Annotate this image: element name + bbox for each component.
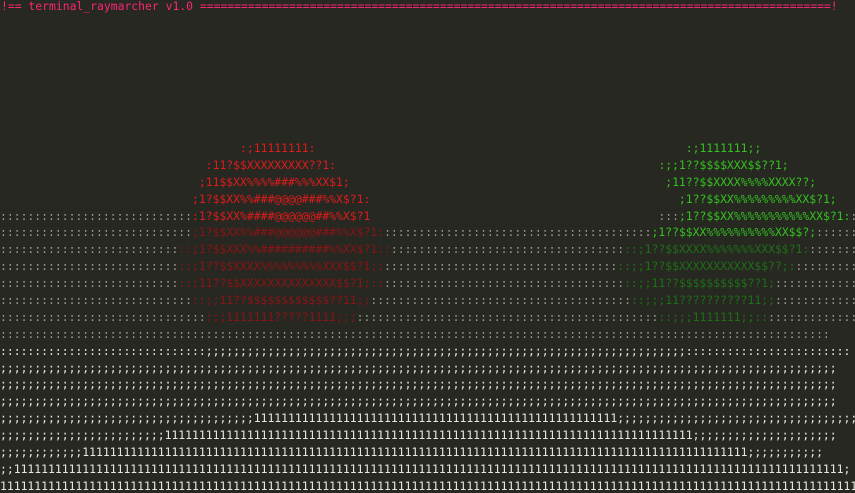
frame-segment: ;1??$$XX%%%%%%%%%%XX$$?; bbox=[651, 225, 817, 240]
frame-segment: :::::::::::::::::::::::::::: bbox=[0, 208, 193, 223]
frame-row: ::::::::::::::::::::::::::::;11??$$XXXXX… bbox=[0, 275, 855, 292]
frame-segment: ::::::::::::::::::::::::::::::::::::::::… bbox=[356, 309, 659, 324]
frame-segment: ;;;;;;;;;;;;;;;;;;;;;;;;;;;;;;;;;;;;;111… bbox=[0, 411, 855, 426]
frame-segment: :;;1111111?????1111;;; bbox=[205, 309, 357, 324]
frame-segment: :;1111111;; bbox=[315, 141, 762, 155]
frame-segment: ::;;11??$$$$$$$$$$??1; bbox=[624, 276, 775, 291]
frame-segment: ;;;;;;;;;;;;;;;;;;;;;;;;;;;;;;;;;;;;;;;;… bbox=[0, 377, 837, 392]
frame-segment: :1?$$XX%####@@@@@@##%%X$?1 bbox=[192, 208, 371, 223]
frame-row: 1111111111111111111111111111111111111111… bbox=[0, 478, 855, 493]
frame-segment: :11?$$XXXXXXXXX??1: bbox=[0, 157, 337, 172]
frame-row: ;;;;;;;;;;;;;;;;;;;;;;;;1111111111111111… bbox=[0, 427, 855, 444]
frame-segment: ;11$$XX%%%%###%%%XX$1; bbox=[0, 174, 350, 189]
frame-segment: :::::::::::::::::::::::::: bbox=[0, 276, 179, 291]
frame-row: ;;;;;;;;;;;;;;;;;;;;;;;;;;;;;;;;;;;;;;;;… bbox=[0, 393, 855, 410]
frame-segment: :::::::::::::::::::::::::::::::::: bbox=[768, 309, 855, 324]
frame-segment: ::::::::::::::::::::::::::::::::::: bbox=[384, 276, 625, 291]
frame-segment: ::;;11??$$$$$$$$$$$$??11;; bbox=[192, 293, 371, 308]
frame-segment: :::::::::::::::::::::::: bbox=[816, 225, 855, 240]
frame-segment: ::;;;11??????????11;; bbox=[630, 293, 775, 308]
frame-segment: ::::::::::::::::::::::::::::::;;;;;;;;;;… bbox=[0, 343, 851, 358]
frame-segment: ;;;;;;;;;;;;;;;;;;;;;;;;;;;;;;;;;;;;;;;;… bbox=[0, 360, 837, 375]
frame-row: ;;;;;;;;;;;;;;;;;;;;;;;;;;;;;;;;;;;;;;;;… bbox=[0, 376, 855, 393]
frame-segment: :::::::::::::::::::::::::::::: bbox=[0, 309, 206, 324]
frame-segment: ;11??$$XXXX%%%%XXXX??; bbox=[349, 174, 817, 189]
frame-segment: ;1??$$XX%%%%%%%%%%%XX$?1: bbox=[678, 208, 851, 223]
frame-segment: :::::::::::::::::::::::::::: bbox=[774, 276, 855, 291]
terminal-title: !== terminal_raymarcher v1.0 ===========… bbox=[1, 0, 838, 13]
frame-segment: ;;;;;;;;;;;;1111111111111111111111111111… bbox=[0, 445, 823, 460]
frame-row: ::::::::::::::::::::::::::::;1?$$XX%%###… bbox=[0, 224, 855, 241]
frame-segment: ::;11??$$XXXXXXXXXXXXXX$$?1;:: bbox=[178, 276, 385, 291]
frame-row: :::::::::::::::::::::::::::::1?$$XX%####… bbox=[0, 208, 855, 225]
frame-row: ;;;;;;;;;;;;;;;;;;;;;;;;;;;;;;;;;;;;;;;;… bbox=[0, 360, 855, 377]
frame-segment: :::::::::::::::::::::::: bbox=[809, 242, 855, 257]
frame-segment: ::::::::::::::::::::::::::::::::::::::::… bbox=[0, 326, 830, 341]
frame-segment: :;11111111: bbox=[0, 141, 316, 155]
frame-segment: :::::::::::::::::::::::::: bbox=[0, 242, 179, 257]
frame-segment: :::::::::::::::::::::::::::::: bbox=[774, 293, 855, 308]
frame-segment: ::;1?$$XXX%%##########%%XX$?1:: bbox=[178, 242, 391, 257]
frame-row: ;;;;;;;;;;;;1111111111111111111111111111… bbox=[0, 444, 855, 461]
frame-row: ::::::::::::::::::::::::::::::;;11??$$$$… bbox=[0, 292, 855, 309]
frame-segment: ;;;;;;;;;;;;;;;;;;;;;;;;;;;;;;;;;;;;;;;;… bbox=[0, 394, 837, 409]
terminal-window: !== terminal_raymarcher v1.0 ===========… bbox=[0, 0, 855, 493]
frame-segment: :::::::::::::::::::::::::::::::::: bbox=[384, 259, 618, 274]
ascii-render-canvas: :;11111111: :;1111111;; :11?$$XXXXXXXXX?… bbox=[0, 140, 855, 493]
frame-segment: ;;;;;;;;;;;;;;;;;;;;;;;;1111111111111111… bbox=[0, 428, 837, 443]
frame-row: ;;;;;;;;;;;;;;;;;;;;;;;;;;;;;;;;;;;;;111… bbox=[0, 410, 855, 427]
frame-segment: ::;1??$$XXXX%%%%%%%%%XXX$$?1;: bbox=[178, 259, 385, 274]
frame-segment: ;1?$$XX%%###@@@@@@###%%X$?1: bbox=[192, 225, 385, 240]
frame-segment: :;;1??$$$$XXX$$??1; bbox=[336, 157, 789, 172]
frame-row: ;1?$$XX%%###@@@@###%%X$?1: ;1??$$XX%%%%%… bbox=[0, 191, 855, 208]
frame-segment: :::::::::::::::::::::::::::::::::::::: bbox=[370, 293, 631, 308]
frame-row: ::::::::::::::::::::::::::::::;;;;;;;;;;… bbox=[0, 343, 855, 360]
frame-segment: :::::::::::::::::::::::::::: bbox=[0, 225, 193, 240]
frame-row: ::::::::::::::::::::::::::::;1??$$XXXX%%… bbox=[0, 258, 855, 275]
frame-segment: :::::::::::::::::::::::::::: bbox=[0, 293, 193, 308]
frame-segment: ;1?$$XX%%###@@@@###%%X$?1: bbox=[0, 191, 371, 206]
frame-segment: ;;11111111111111111111111111111111111111… bbox=[0, 461, 851, 476]
frame-row: :;11111111: :;1111111;; bbox=[0, 140, 855, 157]
frame-row: ::::::::::::::::::::::::::::::::::::::::… bbox=[0, 326, 855, 343]
frame-segment: ::;1??$$XXXX%%%%%%%XXX$$?1: bbox=[624, 242, 810, 257]
frame-segment: ::::::::::::::::::::::::::::::::::::::: bbox=[384, 225, 652, 240]
frame-segment: ::;;;1111111;;:: bbox=[658, 309, 769, 324]
frame-row: :11?$$XXXXXXXXX??1: :;;1??$$$$XXX$$??1; bbox=[0, 157, 855, 174]
frame-row: ::::::::::::::::::::::::::::;1?$$XXX%%##… bbox=[0, 241, 855, 258]
frame-row: ;;11111111111111111111111111111111111111… bbox=[0, 461, 855, 478]
frame-row: ;11$$XX%%%%###%%%XX$1; ;11??$$XXXX%%%%XX… bbox=[0, 174, 855, 191]
frame-segment: :::::::::::::::::::::::::::::::::: bbox=[390, 242, 625, 257]
frame-segment: :::::::::::::::::::::::::: bbox=[0, 259, 179, 274]
frame-segment: ;1??$$XX%%%%%%%%%XX$?1; bbox=[370, 191, 837, 206]
frame-segment: ::::::::::::::::::::::: bbox=[850, 209, 855, 223]
frame-segment: 1111111111111111111111111111111111111111… bbox=[0, 478, 855, 493]
frame-segment: ::;;1??$$XXXXXXXXXXX$$??;: bbox=[617, 259, 796, 274]
frame-segment: ::: bbox=[370, 208, 679, 223]
frame-row: :::::::::::::::::::::::::::::::;;1111111… bbox=[0, 309, 855, 326]
frame-segment: ::::::::::::::::::::::::: bbox=[795, 259, 855, 274]
